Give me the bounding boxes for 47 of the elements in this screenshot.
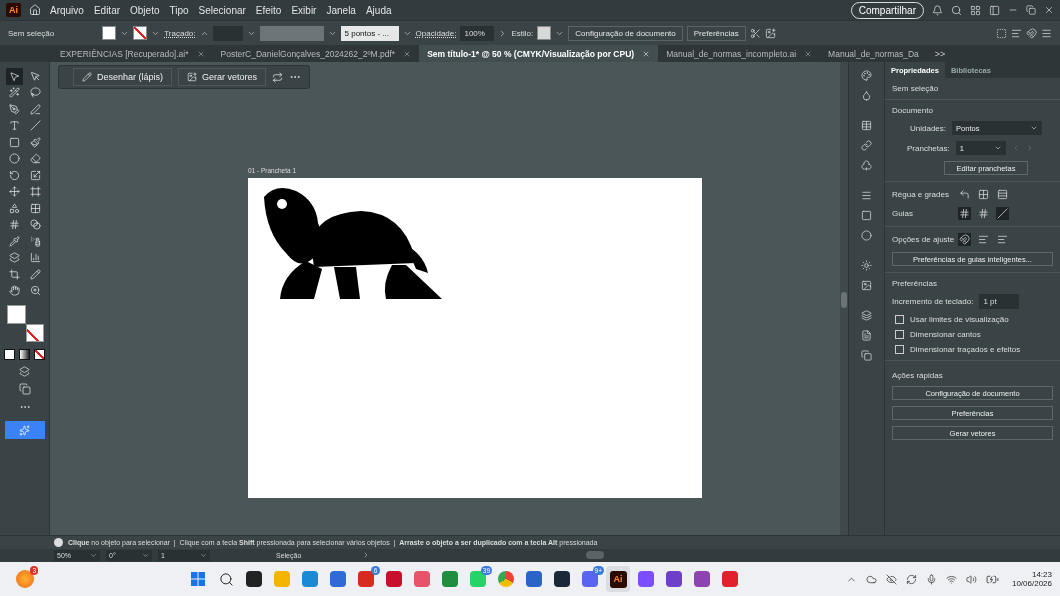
document-tab[interactable]: Manual_de_normas_Da — [820, 45, 927, 62]
menu-item[interactable]: Editar — [92, 4, 122, 16]
checkbox-label: Dimensionar traçados e efeitos — [910, 345, 1021, 354]
checkbox-label: Dimensionar cantos — [910, 330, 981, 339]
stroke-label: Traçado: — [164, 28, 196, 38]
tab-title: PosterC_DanielGonçalves_2024262_2ºM.pdf* — [220, 48, 396, 59]
menu-item[interactable]: Janela — [325, 4, 357, 16]
section-title: Ações rápidas — [892, 371, 944, 380]
menu-item[interactable]: Exibir — [290, 4, 318, 16]
clock-date: 10/06/2026 — [1011, 579, 1052, 588]
context-button[interactable]: Gerar vetores — [178, 68, 267, 86]
tabs-overflow[interactable]: >> — [926, 45, 954, 62]
menu-item[interactable]: Arquivo — [49, 4, 85, 16]
document-tab[interactable]: Manual_de_normas_incompleto.ai — [658, 45, 821, 62]
guides-label: Guias — [892, 209, 914, 218]
checkbox-label: Usar limites de visualização — [910, 315, 1009, 324]
context-button[interactable]: Desenhar (lápis) — [73, 68, 173, 86]
clock-time: 14:23 — [1031, 570, 1052, 579]
rulers-label: Régua e grades — [892, 190, 950, 199]
menu-item[interactable]: Objeto — [129, 4, 161, 16]
section-title: Preferências — [892, 279, 938, 288]
menu-item[interactable]: Efeito — [254, 4, 283, 16]
app-logo[interactable]: Ai — [6, 3, 21, 17]
menu-item[interactable]: Tipo — [168, 4, 190, 16]
document-tab[interactable]: Sem título-1* @ 50 % (CMYK/Visualização por CPU) — [419, 45, 659, 62]
artboards-label: Pranchetas: — [907, 143, 950, 153]
menu-item[interactable]: Selecionar — [197, 4, 247, 16]
opacity-field[interactable]: 100% — [460, 25, 495, 41]
selection-status: Sem seleção — [892, 84, 940, 93]
tab-title: Manual_de_normas_Da — [828, 48, 919, 59]
tab-title: Manual_de_normas_incompleto.ai — [666, 48, 797, 59]
brush-field[interactable]: 5 pontos - ... — [340, 25, 399, 41]
opacity-label: Opacidade: — [415, 28, 457, 38]
document-tab[interactable]: PosterC_DanielGonçalves_2024262_2ºM.pdf* — [212, 45, 420, 62]
menu-item[interactable]: Ajuda — [364, 4, 393, 16]
selection-status: Sem seleção — [8, 28, 55, 38]
increment-field[interactable]: 1 pt — [979, 294, 1020, 309]
tab-title: EXPERIÊNCIAS [Recuperado].ai* — [60, 48, 189, 59]
control-button[interactable]: Preferências — [686, 25, 746, 41]
units-label: Unidades: — [910, 123, 947, 133]
style-label: Estilo: — [511, 28, 534, 38]
increment-label: Incremento de teclado: — [892, 297, 974, 306]
section-title: Documento — [892, 106, 934, 115]
control-button[interactable]: Configuração de documento — [568, 25, 683, 41]
snap-label: Opções de ajuste — [892, 235, 952, 244]
tab-title: Sem título-1* @ 50 % (CMYK/Visualização por CPU) — [427, 48, 635, 59]
document-tab[interactable]: EXPERIÊNCIAS [Recuperado].ai* — [52, 45, 213, 62]
